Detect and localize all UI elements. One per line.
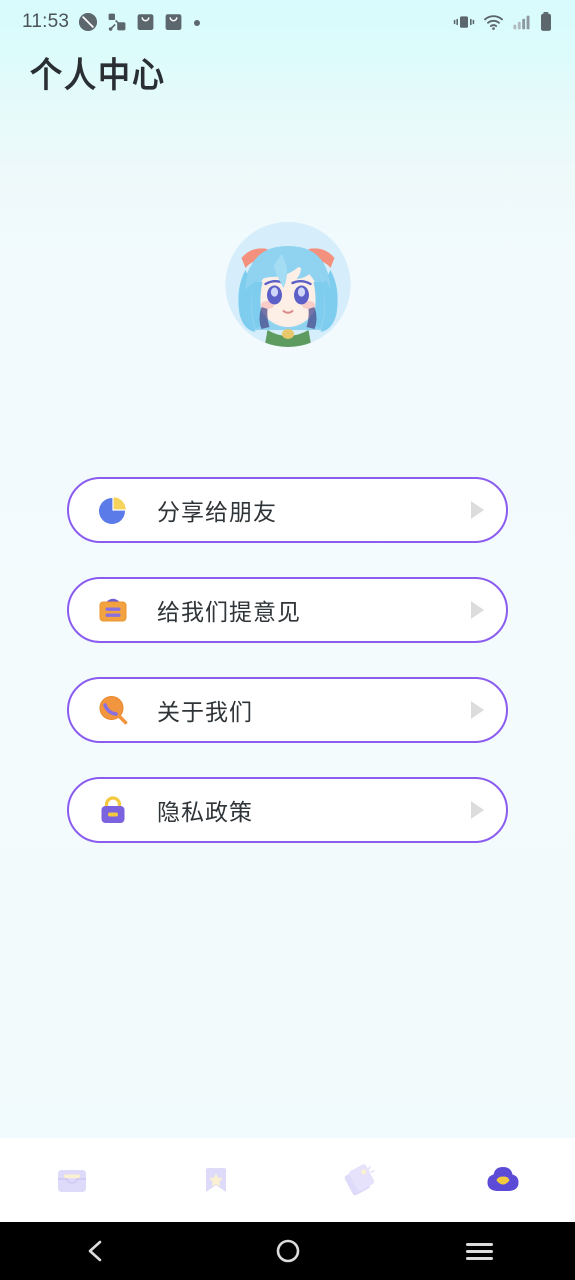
settings-menu: 分享给朋友 给我们提意见 关于我们 隐私政策 — [67, 477, 508, 877]
feedback-board-icon — [96, 593, 130, 627]
status-bar-clock: 11:53 — [22, 11, 70, 32]
home-circle-icon — [276, 1239, 299, 1263]
magnifier-icon — [96, 693, 130, 727]
chevron-right-icon — [471, 501, 484, 519]
dot-indicator-icon — [194, 20, 201, 26]
wifi-icon — [484, 15, 503, 30]
bookmark-star-icon — [205, 1168, 226, 1192]
price-tag-icon — [345, 1164, 376, 1196]
recents-menu-icon — [465, 1239, 493, 1264]
alarm-clock-icon — [79, 12, 98, 32]
android-nav-bar — [0, 1222, 575, 1280]
tab-tags[interactable] — [288, 1138, 432, 1222]
pie-chart-icon — [96, 493, 130, 527]
menu-item-label: 给我们提意见 — [157, 600, 301, 626]
nav-back-button[interactable] — [0, 1237, 192, 1265]
tab-profile[interactable] — [431, 1138, 575, 1222]
nav-home-button[interactable] — [192, 1237, 384, 1265]
menu-item-privacy[interactable]: 隐私政策 — [67, 777, 508, 843]
chevron-right-icon — [471, 601, 484, 619]
page-title: 个人中心 — [30, 54, 167, 96]
phone-screen: 11:53 个人中心 分享给朋友 给我们提意见 关于我们 隐私政策 — [0, 0, 575, 1280]
cloud-face-icon — [487, 1167, 519, 1191]
menu-item-share[interactable]: 分享给朋友 — [67, 477, 508, 543]
bottom-tab-bar — [0, 1138, 575, 1222]
menu-item-label: 关于我们 — [157, 700, 253, 726]
status-bar: 11:53 — [0, 0, 575, 44]
menu-item-label: 分享给朋友 — [157, 500, 277, 526]
network-share-icon — [108, 13, 126, 31]
inbox-app-icon — [137, 14, 154, 30]
tab-favorites[interactable] — [144, 1138, 288, 1222]
vibrate-icon — [453, 16, 475, 28]
lock-icon — [96, 793, 130, 827]
avatar-image — [225, 222, 350, 347]
cellular-signal-icon — [513, 15, 530, 30]
battery-icon — [541, 12, 551, 31]
avatar[interactable] — [225, 222, 350, 347]
chevron-right-icon — [471, 701, 484, 719]
tab-inbox[interactable] — [0, 1138, 144, 1222]
menu-item-feedback[interactable]: 给我们提意见 — [67, 577, 508, 643]
status-bar-right — [453, 11, 553, 33]
status-bar-left: 11:53 — [22, 11, 202, 33]
inbox-app-icon-2 — [165, 14, 182, 30]
chevron-right-icon — [471, 801, 484, 819]
menu-item-label: 隐私政策 — [157, 800, 253, 826]
menu-item-about[interactable]: 关于我们 — [67, 677, 508, 743]
nav-recents-button[interactable] — [383, 1239, 575, 1264]
back-chevron-icon — [88, 1240, 102, 1262]
inbox-box-icon — [57, 1170, 86, 1192]
